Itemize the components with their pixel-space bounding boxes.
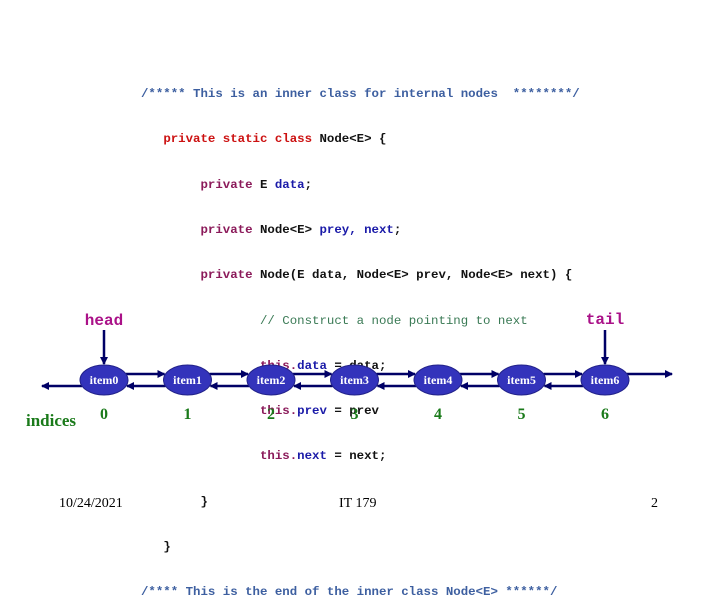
list-node: item5 xyxy=(497,364,546,396)
code-line-close-class: } xyxy=(163,540,171,554)
node-index: 2 xyxy=(267,406,275,423)
node-label: item6 xyxy=(591,373,620,387)
list-node: item2 xyxy=(246,364,296,396)
tail-label: tail xyxy=(586,311,624,329)
node-index: 6 xyxy=(601,406,609,423)
footer-date: 10/24/2021 xyxy=(59,496,123,511)
list-node: item1 xyxy=(163,364,212,396)
node-index: 5 xyxy=(518,406,526,423)
linked-list-diagram: head tail indices item0 0 item1 1 item2 2 item… xyxy=(26,311,673,430)
list-node: item6 xyxy=(580,364,630,396)
node-index: 0 xyxy=(100,406,108,423)
node-index: 3 xyxy=(351,406,359,423)
footer-page-number: 2 xyxy=(651,496,658,511)
list-node: item3 xyxy=(330,364,379,396)
node-index: 1 xyxy=(184,406,192,423)
code-line-footer-comment: /**** This is the end of the inner class… xyxy=(141,585,558,600)
node-label: item3 xyxy=(340,373,369,387)
node-index: 4 xyxy=(434,406,442,423)
node-label: item4 xyxy=(424,373,453,387)
list-node: item0 xyxy=(79,364,129,396)
node-label: item1 xyxy=(173,373,202,387)
node-label: item0 xyxy=(90,373,119,387)
node-label: item5 xyxy=(507,373,536,387)
indices-label: indices xyxy=(26,411,76,430)
head-label: head xyxy=(85,312,123,330)
node-label: item2 xyxy=(257,373,286,387)
list-node: item4 xyxy=(413,364,463,396)
footer-course: IT 179 xyxy=(339,496,377,511)
